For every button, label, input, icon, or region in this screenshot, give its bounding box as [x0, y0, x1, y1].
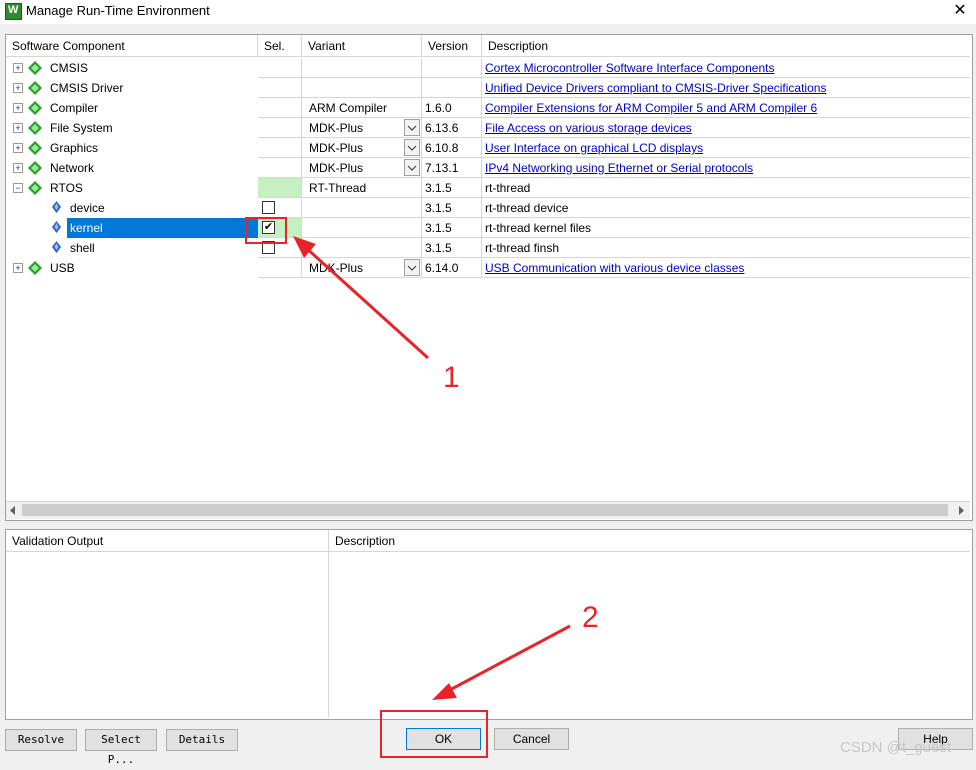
annotation-number-1: 1	[443, 361, 460, 394]
annotation-number-2: 2	[582, 601, 599, 634]
annotation-arrows	[293, 236, 571, 700]
watermark: CSDN @t_guest	[840, 739, 952, 756]
